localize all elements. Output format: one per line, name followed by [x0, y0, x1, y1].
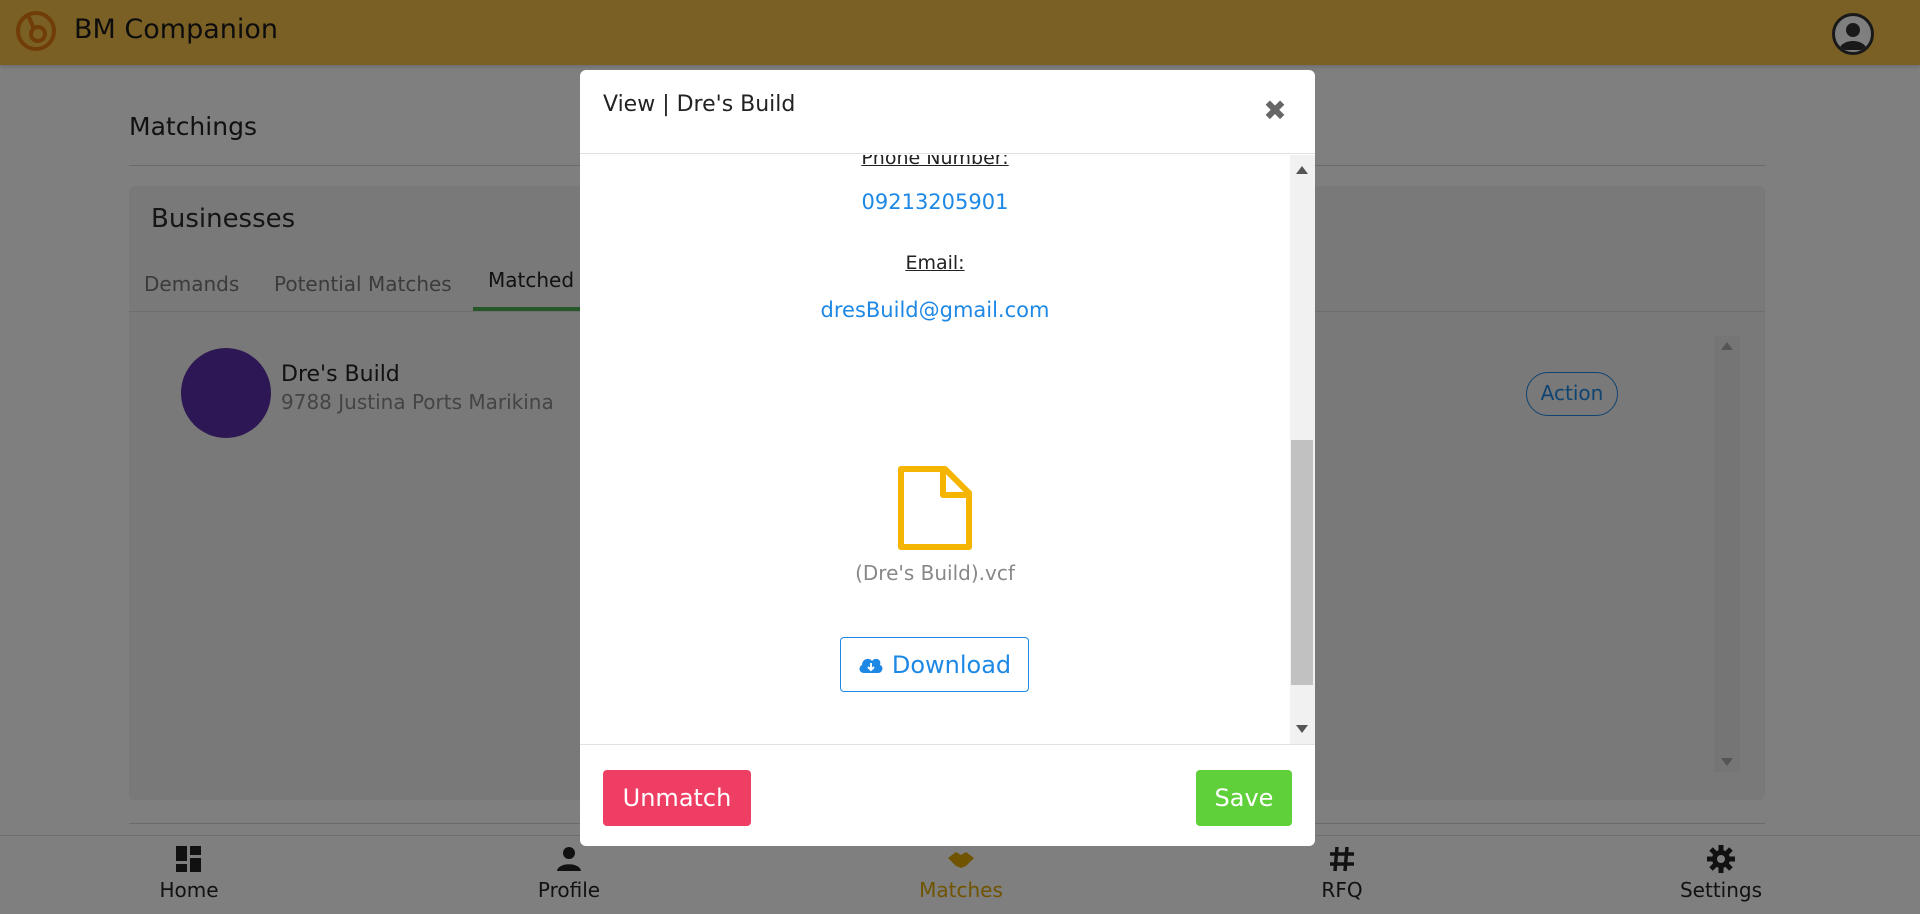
modal-header: View | Dre's Build ✖: [580, 70, 1315, 154]
email-label: Email:: [905, 252, 965, 274]
modal-body: Phone Number: 09213205901 Email: dresBui…: [580, 155, 1315, 744]
phone-value[interactable]: 09213205901: [580, 190, 1290, 214]
save-button[interactable]: Save: [1196, 770, 1292, 826]
unmatch-button[interactable]: Unmatch: [603, 770, 751, 826]
download-label: Download: [891, 650, 1012, 679]
email-value[interactable]: dresBuild@gmail.com: [580, 298, 1290, 322]
modal-footer: Unmatch Save: [580, 744, 1315, 846]
modal-scrollbar-thumb[interactable]: [1291, 440, 1313, 685]
download-button[interactable]: Download: [840, 637, 1029, 692]
cloud-download-icon: [859, 658, 883, 673]
file-icon: [898, 466, 972, 550]
scroll-down-icon[interactable]: [1296, 725, 1308, 733]
file-name: (Dre's Build).vcf: [855, 561, 1015, 585]
close-icon[interactable]: ✖: [1260, 96, 1290, 126]
view-business-modal: View | Dre's Build ✖ Phone Number: 09213…: [580, 70, 1315, 846]
phone-label: Phone Number:: [861, 155, 1009, 169]
scroll-up-icon[interactable]: [1296, 166, 1308, 174]
modal-title: View | Dre's Build: [603, 92, 796, 117]
